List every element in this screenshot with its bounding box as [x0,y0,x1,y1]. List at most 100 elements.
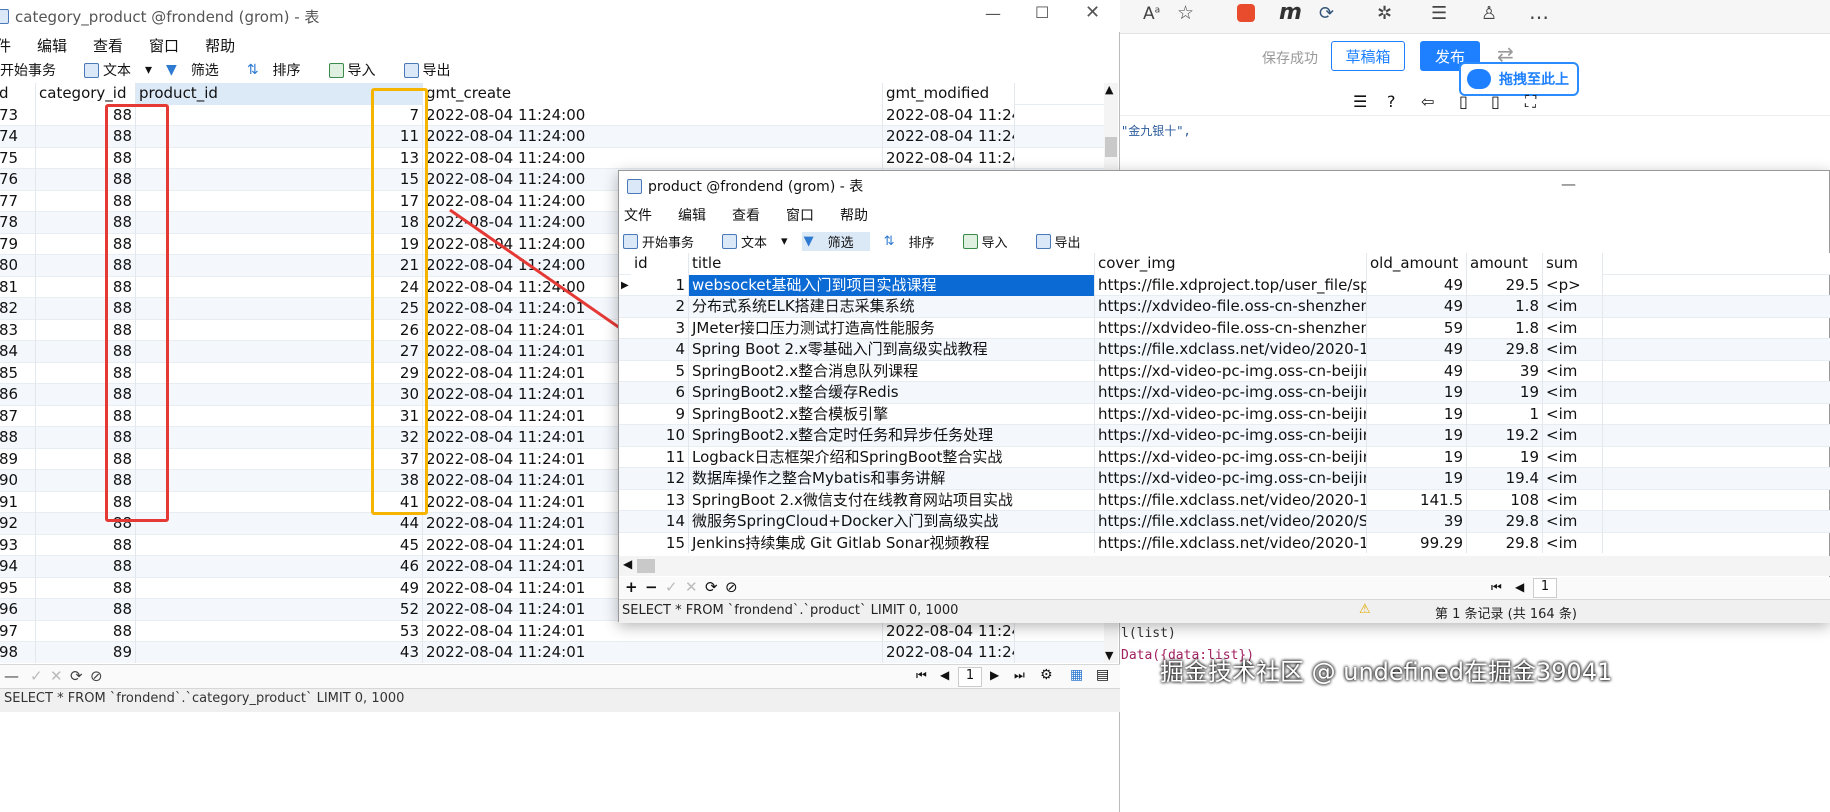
cell-title[interactable]: Logback日志框架介绍和SpringBoot整合实战 [689,446,1095,468]
refresh-icon[interactable]: ⟳ [705,578,718,596]
cell-cover-img[interactable]: https://file.xdproject.top/user_file/sp_… [1095,274,1367,296]
cell-d[interactable]: 90 [0,470,36,492]
cell-cover-img[interactable]: https://xd-video-pc-img.oss-cn-beijing.a… [1095,468,1367,490]
cell-d[interactable]: 89 [0,448,36,470]
cell-d[interactable]: 87 [0,405,36,427]
cell-amount[interactable]: 19.2 [1467,425,1543,447]
cell-d[interactable]: 73 [0,104,36,126]
cell-amount[interactable]: 29.5 [1467,274,1543,296]
column-header-id[interactable]: id [631,253,689,275]
cell-product-id[interactable]: 53 [136,620,423,642]
cell-sum[interactable]: <im [1543,489,1603,511]
discard-icon[interactable]: ✕ [685,578,698,596]
cell-cover-img[interactable]: https://file.xdclass.net/video/2020-12%2… [1095,489,1367,511]
product-import-button[interactable]: 导入 [962,232,1022,251]
cell-title[interactable]: 微服务SpringCloud+Docker入门到高级实战 [689,511,1095,533]
first-page-icon[interactable]: ⏮ [916,668,927,683]
product-menu-view[interactable]: 查看 [732,205,760,225]
first-page-icon[interactable]: ⏮ [1491,580,1502,595]
scroll-thumb[interactable] [1105,137,1117,157]
cell-title[interactable]: SpringBoot2.x整合缓存Redis [689,382,1095,404]
table-row[interactable]: 6 SpringBoot2.x整合缓存Redis https://xd-video-… [619,382,1830,404]
column-header-sum[interactable]: sum [1543,253,1603,275]
stop-icon[interactable]: ⊘ [725,578,738,596]
cell-d[interactable]: 85 [0,362,36,384]
cell-old-amount[interactable]: 49 [1367,296,1467,318]
cell-d[interactable]: 97 [0,620,36,642]
product-menu-help[interactable]: 帮助 [840,205,868,225]
product-export-button[interactable]: 导出 [1035,232,1095,251]
menu-help[interactable]: 帮助 [205,35,235,56]
cell-id[interactable]: 13 [631,489,689,511]
h-scroll-thumb[interactable] [637,559,655,573]
scroll-up-icon[interactable]: ▲ [1105,83,1113,96]
account-icon[interactable]: ♙ [1481,3,1497,24]
table-row[interactable]: 5 SpringBoot2.x整合消息队列课程 https://xd-video-p… [619,360,1830,382]
cell-product-id[interactable]: 44 [136,513,423,535]
cell-cover-img[interactable]: https://xd-video-pc-img.oss-cn-beijing.a… [1095,425,1367,447]
cell-d[interactable]: 93 [0,534,36,556]
add-row-icon[interactable]: + [625,578,638,596]
cell-gmt-modified[interactable]: 2022-08-04 11:24:00 [883,104,1015,126]
cell-cover-img[interactable]: https://xdvideo-file.oss-cn-shenzhen.ali… [1095,317,1367,339]
column-header-d[interactable]: d [0,83,36,105]
cell-d[interactable]: 95 [0,577,36,599]
cell-title[interactable]: JMeter接口压力测试打造高性能服务 [689,317,1095,339]
read-aloud-icon[interactable]: Aa [1143,4,1160,24]
grid-view-icon[interactable]: ▦ [1070,667,1083,683]
import-button[interactable]: 导入 [328,60,390,80]
settings-icon[interactable]: ⚙ [1040,667,1053,683]
cell-title[interactable]: SpringBoot2.x整合定时任务和异步任务处理 [689,425,1095,447]
cell-d[interactable]: 91 [0,491,36,513]
cell-d[interactable]: 88 [0,427,36,449]
cell-id[interactable]: 15 [631,532,689,553]
cell-title[interactable]: SpringBoot2.x整合消息队列课程 [689,360,1095,382]
cell-sum[interactable]: <im [1543,403,1603,425]
delete-row-icon[interactable]: − [645,578,658,596]
cell-old-amount[interactable]: 59 [1367,317,1467,339]
cell-d[interactable]: 81 [0,276,36,298]
cell-old-amount[interactable]: 49 [1367,360,1467,382]
product-page-input[interactable]: 1 [1533,578,1557,598]
scroll-left-icon[interactable]: ◀ [623,557,632,571]
filter-button[interactable]: ▼ 筛选 [166,60,233,80]
cell-category-id[interactable]: 88 [36,599,136,621]
table-row[interactable]: 15 Jenkins持续集成 Git Gitlab Sonar视频教程 https:… [619,532,1830,553]
cell-sum[interactable]: <p> [1543,274,1603,296]
cell-category-id[interactable]: 88 [36,577,136,599]
product-minimize-icon[interactable]: — [1561,175,1576,193]
cell-gmt-create[interactable]: 2022-08-04 11:24:01 [423,620,883,642]
column-header-cover-img[interactable]: cover_img [1095,253,1367,275]
collections-icon[interactable]: ☰ [1431,3,1447,24]
draft-button[interactable]: 草稿箱 [1331,41,1405,71]
cell-category-id[interactable]: 88 [36,534,136,556]
product-begin-transaction-button[interactable]: 开始事务 [623,232,708,251]
cell-id[interactable]: 1 [631,274,689,296]
stop-icon[interactable]: ⊘ [90,667,103,685]
cell-old-amount[interactable]: 141.5 [1367,489,1467,511]
horizontal-scrollbar[interactable]: ◀ [619,556,1830,576]
cell-amount[interactable]: 1.8 [1467,317,1543,339]
cell-d[interactable]: 84 [0,341,36,363]
column-header-title[interactable]: title [689,253,1095,275]
cell-title[interactable]: 分布式系统ELK搭建日志采集系统 [689,296,1095,318]
cell-amount[interactable]: 29.8 [1467,532,1543,553]
extension-icon[interactable] [1237,4,1255,22]
cell-id[interactable]: 11 [631,446,689,468]
discard-icon[interactable]: ✕ [50,667,63,685]
cell-gmt-create[interactable]: 2022-08-04 11:24:00 [423,147,883,169]
add-record-icon[interactable]: — [4,667,19,685]
page-input[interactable]: 1 [958,667,982,687]
maximize-icon[interactable]: ☐ [1035,3,1049,22]
table-row[interactable]: 13 SpringBoot 2.x微信支付在线教育网站项目实战 https://fi… [619,489,1830,511]
table-row[interactable]: 12 数据库操作之整合Mybatis和事务讲解 https://xd-video-p… [619,468,1830,490]
cell-gmt-create[interactable]: 2022-08-04 11:24:01 [423,642,883,663]
cell-cover-img[interactable]: https://xd-video-pc-img.oss-cn-beijing.a… [1095,446,1367,468]
cell-old-amount[interactable]: 39 [1367,511,1467,533]
cell-gmt-modified[interactable]: 2022-08-04 11:24:01 [883,620,1015,642]
cell-id[interactable]: 2 [631,296,689,318]
table-row[interactable]: 98 89 43 2022-08-04 11:24:01 2022-08-04 11:2… [0,642,1104,663]
cell-d[interactable]: 83 [0,319,36,341]
prev-page-icon[interactable]: ◀ [940,668,949,682]
cell-amount[interactable]: 19 [1467,446,1543,468]
